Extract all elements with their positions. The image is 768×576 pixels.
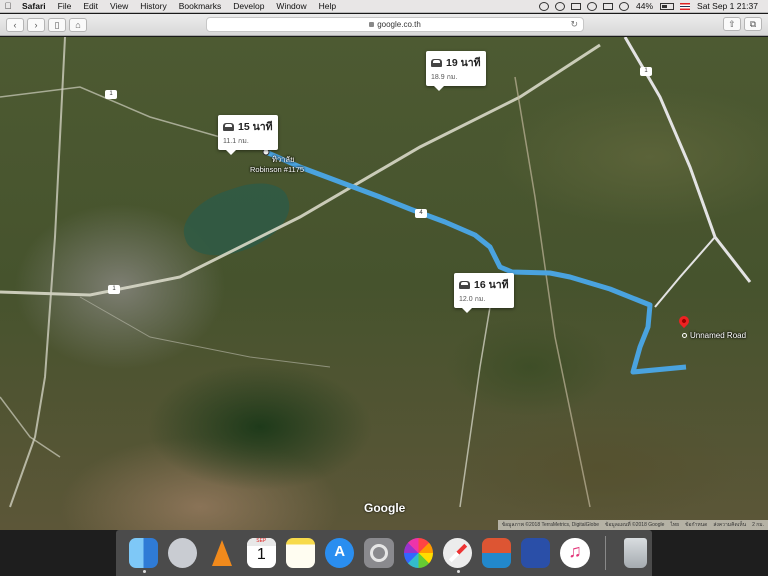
running-indicator bbox=[143, 570, 146, 573]
route-time: 15 นาที bbox=[238, 121, 273, 133]
feedback-link[interactable]: ส่งความคิดเห็น bbox=[713, 520, 746, 530]
volume-icon[interactable] bbox=[619, 1, 630, 11]
safari-icon[interactable] bbox=[442, 538, 472, 573]
share-icon: ⇧ bbox=[728, 19, 736, 29]
home-button[interactable]: ⌂ bbox=[69, 17, 87, 32]
route-callout[interactable]: 15 นาที 11.1 กม. bbox=[218, 115, 278, 155]
reload-icon[interactable]: ↻ bbox=[570, 18, 578, 31]
car-icon bbox=[223, 122, 234, 131]
app-menu: Safari File Edit View History Bookmarks … bbox=[16, 0, 342, 13]
battery-percent[interactable]: 44% bbox=[632, 0, 657, 13]
battery-icon[interactable] bbox=[660, 2, 675, 10]
music-note-icon: ♫ bbox=[568, 541, 582, 561]
airplay-icon[interactable] bbox=[571, 2, 582, 10]
gear-icon bbox=[370, 544, 389, 562]
browser-toolbar: ‹ › ▯ ⌂ google.co.th ↻ ⇧ ⧉ bbox=[0, 14, 768, 36]
car-icon bbox=[459, 280, 470, 289]
calendar-icon[interactable]: SEP 1 bbox=[246, 538, 276, 568]
menu-develop[interactable]: Develop bbox=[227, 0, 270, 13]
route-callout[interactable]: 19 นาที 18.9 กม. bbox=[426, 51, 486, 91]
route-time: 19 นาที bbox=[446, 57, 481, 69]
app-store-glyph: A bbox=[334, 543, 346, 560]
menu-window[interactable]: Window bbox=[270, 0, 312, 13]
destination-dot-icon bbox=[682, 333, 687, 338]
region-link[interactable]: ไทย bbox=[670, 520, 679, 530]
back-button[interactable]: ‹ bbox=[6, 17, 24, 32]
place-label[interactable]: Robinson #1175 bbox=[250, 165, 304, 174]
input-source-flag-icon[interactable] bbox=[680, 2, 691, 10]
dock-separator bbox=[604, 536, 606, 570]
menu-file[interactable]: File bbox=[52, 0, 78, 13]
vlc-icon[interactable] bbox=[207, 538, 236, 568]
home-icon: ⌂ bbox=[75, 19, 81, 30]
time-machine-icon[interactable] bbox=[555, 1, 566, 11]
status-menu: 44% Sat Sep 1 21:37 bbox=[536, 0, 768, 13]
tv-icon[interactable] bbox=[481, 538, 512, 568]
route-line[interactable] bbox=[264, 149, 687, 375]
imagery-credit: ข้อมูลภาพ ©2018 TerraMetrics, DigitalGlo… bbox=[501, 522, 600, 528]
route-callout[interactable]: 16 นาที 12.0 กม. bbox=[454, 273, 514, 313]
calendar-month: SEP bbox=[246, 538, 276, 546]
calculator-icon[interactable] bbox=[521, 538, 551, 568]
road-shield: 1 bbox=[640, 67, 652, 76]
tabs-overview-button[interactable]: ⧉ bbox=[744, 17, 762, 31]
map-data-credit: ข้อมูลแผนที่ ©2018 Google bbox=[605, 522, 665, 528]
menu-clock[interactable]: Sat Sep 1 21:37 bbox=[693, 0, 762, 13]
app-store-icon[interactable]: A bbox=[325, 538, 355, 568]
bluetooth-icon[interactable] bbox=[539, 1, 550, 11]
wifi-icon[interactable] bbox=[587, 1, 598, 11]
destination-label[interactable]: Unnamed Road bbox=[690, 331, 746, 340]
running-indicator bbox=[456, 570, 460, 573]
google-logo: Google bbox=[364, 501, 406, 515]
road-shield: 4 bbox=[415, 209, 427, 218]
lock-icon bbox=[369, 22, 375, 28]
apple-logo-icon[interactable]:  bbox=[0, 0, 16, 13]
system-preferences-icon[interactable] bbox=[364, 538, 394, 568]
road-shield: 1 bbox=[105, 90, 117, 99]
trash-icon[interactable] bbox=[623, 538, 647, 568]
compass-needle-icon bbox=[448, 543, 467, 563]
sidebar-toggle-button[interactable]: ▯ bbox=[48, 17, 66, 32]
display-icon[interactable] bbox=[603, 2, 614, 10]
launchpad-icon[interactable] bbox=[168, 538, 198, 568]
sidebar-icon: ▯ bbox=[54, 19, 60, 30]
menu-help[interactable]: Help bbox=[313, 0, 342, 13]
share-button[interactable]: ⇧ bbox=[723, 17, 741, 31]
route-time: 16 นาที bbox=[474, 279, 509, 291]
map-roads bbox=[0, 37, 752, 508]
forward-button[interactable]: › bbox=[27, 17, 45, 32]
menu-bar:  Safari File Edit View History Bookmark… bbox=[0, 0, 768, 13]
photos-icon[interactable] bbox=[403, 538, 433, 568]
url-text: google.co.th bbox=[377, 20, 421, 29]
menu-history[interactable]: History bbox=[134, 0, 172, 13]
menu-safari[interactable]: Safari bbox=[16, 0, 52, 13]
address-bar[interactable]: google.co.th ↻ bbox=[206, 17, 584, 32]
menu-view[interactable]: View bbox=[104, 0, 134, 13]
menu-bookmarks[interactable]: Bookmarks bbox=[173, 0, 228, 13]
map-attribution: ข้อมูลภาพ ©2018 TerraMetrics, DigitalGlo… bbox=[497, 520, 768, 530]
notes-icon[interactable] bbox=[285, 538, 316, 568]
finder-icon[interactable] bbox=[129, 538, 159, 573]
scale-label[interactable]: 2 กม. bbox=[752, 520, 764, 530]
route-distance: 11.1 กม. bbox=[223, 138, 249, 145]
road-shield: 1 bbox=[108, 285, 120, 294]
route-distance: 12.0 กม. bbox=[459, 296, 486, 303]
car-icon bbox=[431, 58, 442, 67]
terms-link[interactable]: ข้อกำหนด bbox=[685, 520, 707, 530]
route-distance: 18.9 กม. bbox=[431, 74, 458, 81]
itunes-icon[interactable]: ♫ bbox=[560, 538, 590, 568]
menu-edit[interactable]: Edit bbox=[77, 0, 104, 13]
vlc-cone-icon bbox=[212, 540, 233, 566]
tabs-icon: ⧉ bbox=[749, 19, 757, 29]
dock: SEP 1 A ♫ bbox=[116, 530, 652, 576]
satellite-map[interactable]: 1 1 4 1 ทิวาลัย Robinson #1175 15 นาที 1… bbox=[0, 37, 768, 530]
calendar-day: 1 bbox=[256, 546, 266, 563]
